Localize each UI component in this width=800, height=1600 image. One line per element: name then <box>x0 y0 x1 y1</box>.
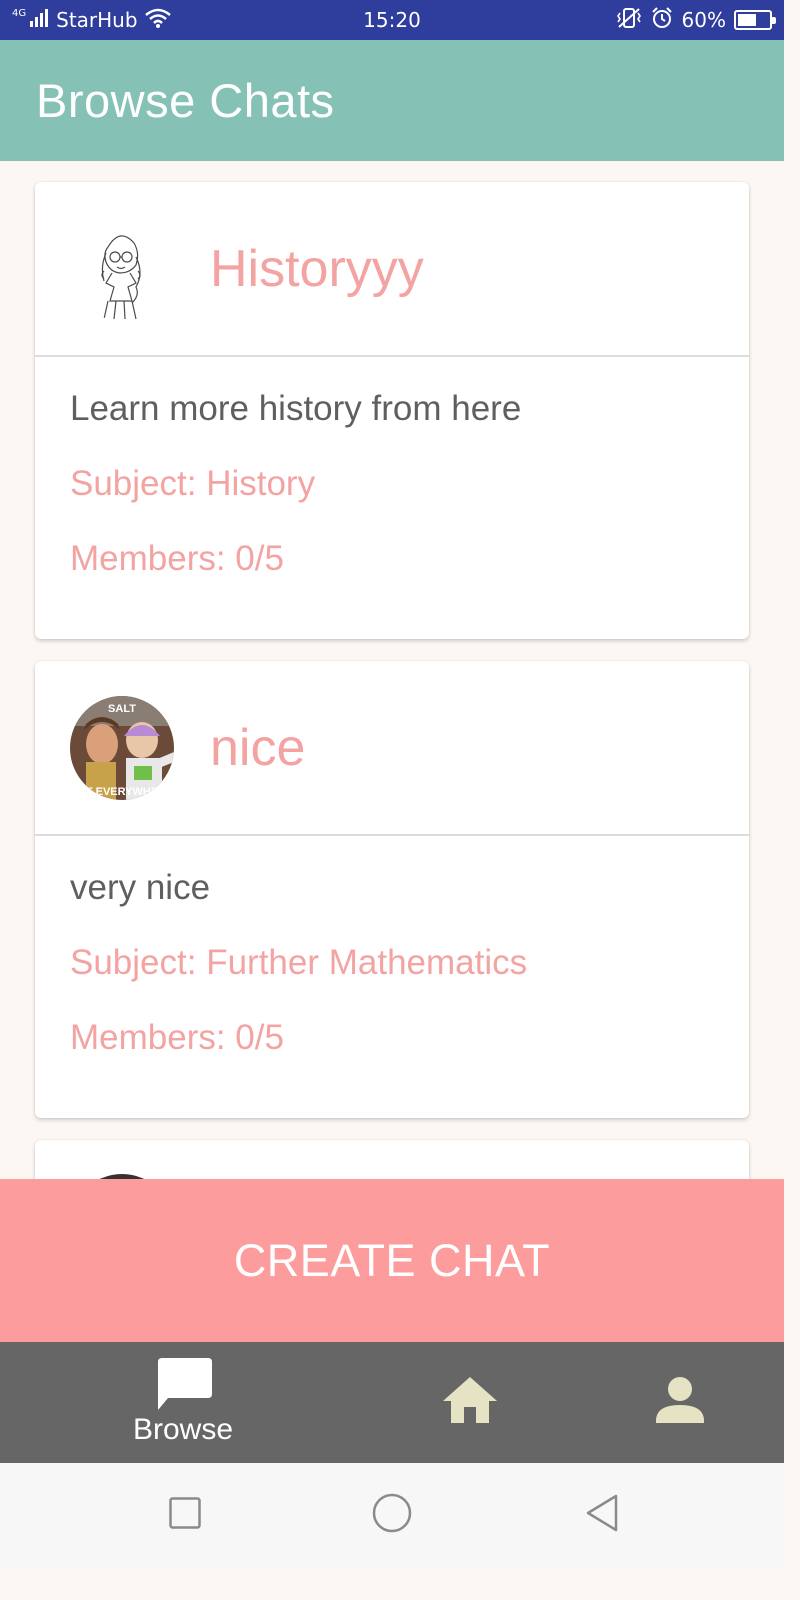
create-chat-button[interactable]: CREATE CHAT <box>0 1179 784 1342</box>
chat-card[interactable]: SALT T EVERYWHE nice very nice Subject: … <box>35 661 749 1118</box>
nav-browse-label: Browse <box>132 1413 234 1446</box>
battery-icon <box>734 10 776 30</box>
svg-text:SALT: SALT <box>108 703 136 715</box>
chat-card-partial[interactable] <box>35 1140 749 1179</box>
chat-name: Historyyy <box>210 239 424 298</box>
chat-description: very nice <box>70 868 211 907</box>
chat-members: Members: 0/5 <box>70 1018 284 1057</box>
toy-story-meme-avatar: SALT T EVERYWHE <box>70 695 174 800</box>
status-bar: 4G StarHub 15:20 60% <box>0 0 784 40</box>
back-button[interactable] <box>572 1463 632 1568</box>
battery-percent: 60% <box>681 8 726 32</box>
person-icon <box>656 1377 704 1428</box>
app-bar: Browse Chats <box>0 40 784 161</box>
home-button[interactable] <box>362 1463 422 1568</box>
chat-card-header: Historyyy <box>35 182 749 357</box>
home-circle-icon <box>372 1493 412 1538</box>
chat-subject: Subject: History <box>70 464 316 503</box>
chat-name: nice <box>210 718 306 777</box>
create-chat-label: CREATE CHAT <box>233 1234 551 1286</box>
chat-card-body: very nice Subject: Further Mathematics M… <box>35 836 749 1060</box>
chat-card[interactable]: Historyyy Learn more history from here S… <box>35 182 749 639</box>
bottom-nav: Browse <box>0 1342 784 1463</box>
chat-description: Learn more history from here <box>70 389 522 428</box>
page-title: Browse Chats <box>36 74 335 127</box>
system-nav-bar <box>0 1463 784 1568</box>
girl-sketch-avatar <box>70 216 174 321</box>
chat-bubble-icon <box>154 1358 212 1415</box>
back-triangle-icon <box>584 1494 620 1537</box>
chat-list[interactable]: Historyyy Learn more history from here S… <box>0 161 784 1179</box>
screen: 4G StarHub 15:20 60% Browse Chats Histor… <box>0 0 784 1568</box>
alarm-icon <box>650 6 674 35</box>
chat-card-body: Learn more history from here Subject: Hi… <box>35 357 749 581</box>
battery-level <box>738 14 756 26</box>
status-left: 4G StarHub <box>12 0 172 40</box>
svg-text:T EVERYWHE: T EVERYWHE <box>86 786 158 798</box>
recents-button[interactable] <box>155 1463 215 1568</box>
recents-square-icon <box>169 1497 201 1534</box>
network-type: 4G <box>12 8 27 19</box>
vibrate-icon <box>616 7 642 34</box>
carrier-name: StarHub <box>56 8 138 32</box>
nav-home[interactable] <box>430 1342 510 1463</box>
status-right: 60% <box>616 0 776 40</box>
home-icon <box>443 1377 497 1428</box>
chat-card-header: SALT T EVERYWHE nice <box>35 661 749 836</box>
nav-browse[interactable]: Browse <box>110 1342 256 1463</box>
wifi-icon <box>144 8 172 33</box>
clock: 15:20 <box>363 8 421 32</box>
chat-members: Members: 0/5 <box>70 539 284 578</box>
chat-subject: Subject: Further Mathematics <box>70 943 528 982</box>
signal-icon <box>30 8 50 32</box>
nav-profile[interactable] <box>640 1342 720 1463</box>
